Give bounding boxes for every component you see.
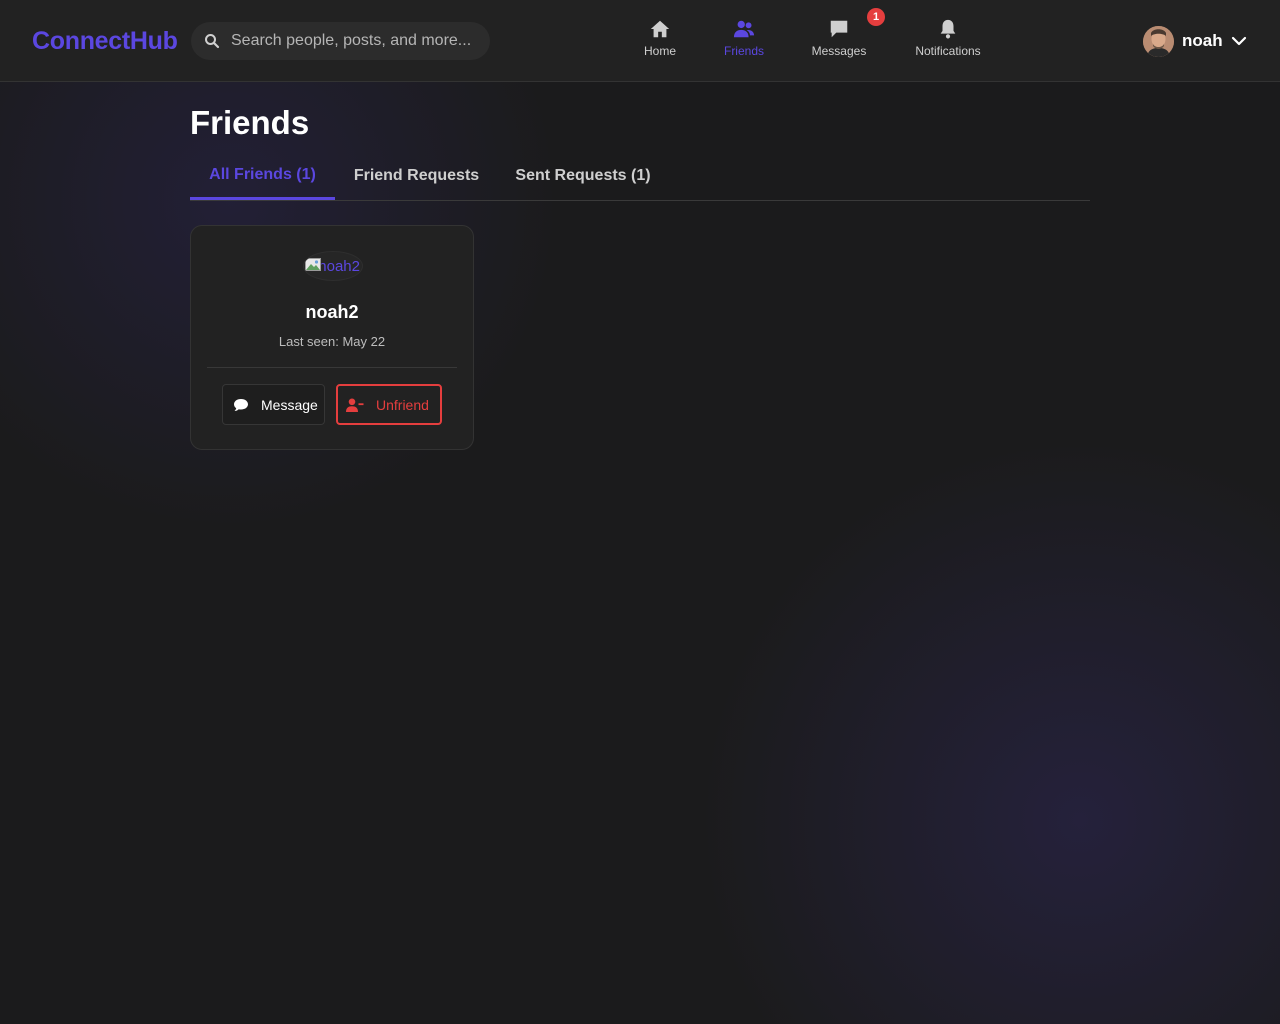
nav-friends[interactable]: Friends <box>722 18 766 64</box>
comment-icon <box>234 398 248 411</box>
nav-messages[interactable]: Messages <box>808 18 870 64</box>
nav-notifications[interactable]: Notifications <box>910 18 986 64</box>
avatar[interactable] <box>1143 25 1174 57</box>
tab-friend-requests[interactable]: Friend Requests <box>335 152 498 200</box>
nav-home[interactable]: Home <box>640 18 680 64</box>
broken-image-icon <box>305 258 321 271</box>
app-logo[interactable]: ConnectHub <box>32 27 178 56</box>
nav-friends-label: Friends <box>723 44 764 58</box>
card-divider <box>207 367 457 368</box>
page-title: Friends <box>190 104 310 141</box>
friend-card: noah2 noah2 Last seen: May 22 Message Un… <box>190 225 474 450</box>
nav-notifications-label: Notifications <box>915 44 981 58</box>
messages-unread-badge: 1 <box>867 8 885 26</box>
chat-bubble-icon <box>830 20 848 38</box>
friend-avatar[interactable]: noah2 <box>303 251 363 281</box>
friend-name[interactable]: noah2 <box>191 302 473 323</box>
message-button-label: Message <box>261 396 318 413</box>
username[interactable]: noah <box>1182 31 1223 51</box>
friend-last-seen: Last seen: May 22 <box>278 334 386 349</box>
unfriend-button[interactable]: Unfriend <box>336 384 442 425</box>
bell-icon <box>940 19 956 39</box>
search-icon <box>205 34 220 49</box>
chevron-down-icon[interactable] <box>1231 33 1247 49</box>
nav-messages-label: Messages <box>811 44 867 58</box>
user-minus-icon <box>346 398 364 412</box>
friends-tabs: All Friends (1) Friend Requests Sent Req… <box>190 152 1090 201</box>
tab-sent-requests[interactable]: Sent Requests (1) <box>498 152 668 200</box>
user-menu[interactable]: noah <box>1143 25 1247 57</box>
nav-home-label: Home <box>643 44 676 58</box>
message-button[interactable]: Message <box>222 384 325 425</box>
top-navbar: ConnectHub Home Friends Messages 1 <box>0 0 1280 82</box>
home-icon <box>650 20 670 38</box>
user-photo-icon <box>1143 25 1174 57</box>
friends-icon <box>733 20 755 38</box>
search-bar[interactable] <box>191 22 490 60</box>
friend-avatar-alt-text: noah2 <box>318 257 360 275</box>
unfriend-button-label: Unfriend <box>376 396 429 413</box>
search-input[interactable] <box>231 22 481 60</box>
tab-all-friends[interactable]: All Friends (1) <box>190 152 335 200</box>
